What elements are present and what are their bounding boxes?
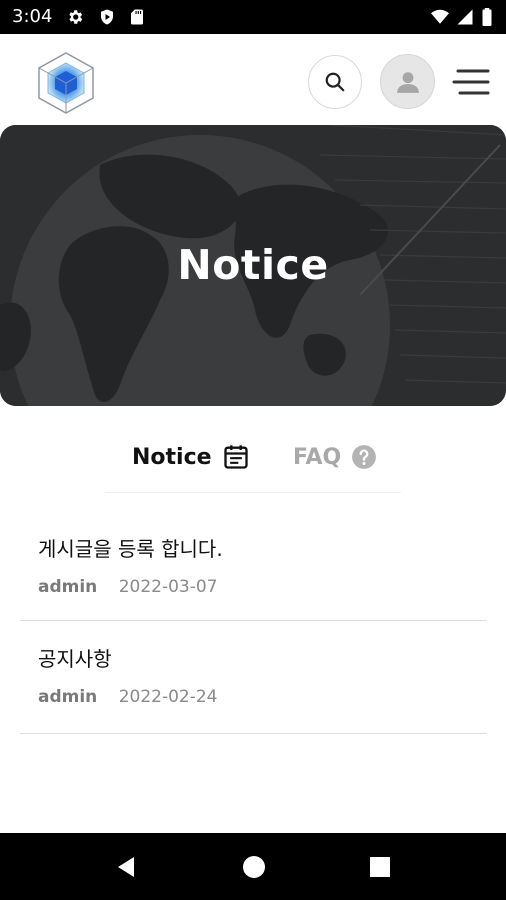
cube-logo[interactable] [36, 51, 96, 115]
user-icon [396, 71, 419, 93]
sd-card-icon [131, 9, 143, 25]
hero-title: Notice [177, 241, 329, 289]
post-date: 2022-03-07 [118, 577, 218, 597]
recents-icon[interactable] [368, 855, 392, 879]
hero-banner: Notice [0, 125, 506, 406]
tab-faq[interactable]: FAQ [293, 440, 377, 474]
home-icon[interactable] [242, 855, 266, 879]
question-icon [352, 445, 377, 469]
post-list: 게시글을 등록 합니다. admin 2022-03-07 공지사항 admin… [20, 511, 487, 734]
battery-icon [482, 8, 492, 26]
status-bar: 3:04 [0, 0, 506, 34]
post-author: admin [38, 577, 98, 597]
list-item[interactable]: 공지사항 admin 2022-02-24 [20, 621, 487, 734]
search-icon [325, 72, 345, 92]
post-title: 게시글을 등록 합니다. [38, 537, 223, 561]
navigation-bar [0, 833, 506, 900]
post-meta: admin 2022-02-24 [38, 687, 218, 707]
list-item[interactable]: 게시글을 등록 합니다. admin 2022-03-07 [20, 511, 487, 621]
menu-icon[interactable] [450, 68, 490, 98]
board-tabs: Notice FAQ [105, 426, 401, 493]
tab-notice[interactable]: Notice [132, 440, 250, 474]
post-date: 2022-02-24 [118, 687, 218, 707]
post-author: admin [38, 687, 98, 707]
post-title: 공지사항 [38, 647, 112, 671]
status-time: 3:04 [12, 6, 53, 27]
app-header [0, 34, 506, 126]
shield-play-icon [101, 9, 113, 25]
tab-notice-label: Notice [132, 444, 212, 470]
user-button[interactable] [380, 54, 435, 109]
calendar-icon [223, 445, 248, 469]
post-meta: admin 2022-03-07 [38, 577, 218, 597]
signal-icon [457, 9, 473, 25]
tab-faq-label: FAQ [293, 444, 342, 470]
gear-icon [69, 10, 83, 24]
back-icon[interactable] [114, 855, 138, 879]
wifi-icon [431, 9, 449, 24]
search-button[interactable] [308, 55, 362, 109]
